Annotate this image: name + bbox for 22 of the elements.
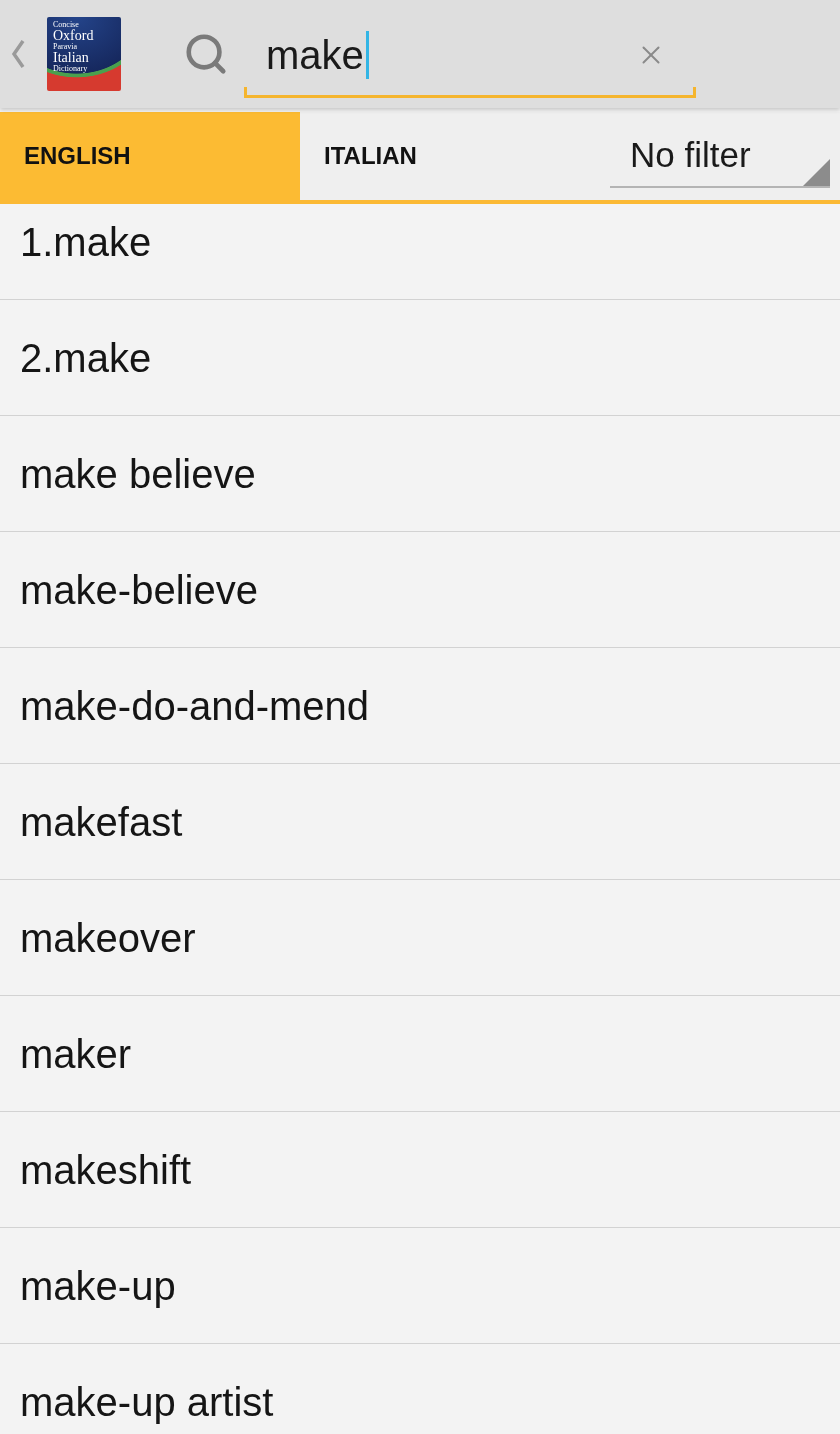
word-list-item[interactable]: make believe	[0, 416, 840, 532]
back-icon[interactable]	[11, 39, 25, 69]
logo-text: Concise	[53, 21, 79, 29]
word-list-item[interactable]: 1.make	[0, 204, 840, 300]
word-list-item[interactable]: makeover	[0, 880, 840, 996]
word-list-item[interactable]: make-do-and-mend	[0, 648, 840, 764]
language-tab[interactable]: ENGLISH	[0, 112, 300, 200]
word-list-item[interactable]: maker	[0, 996, 840, 1112]
dropdown-corner-icon	[803, 159, 830, 186]
filter-dropdown[interactable]: No filter	[610, 130, 830, 188]
word-list-item[interactable]: makeshift	[0, 1112, 840, 1228]
logo-text: Italian	[53, 51, 89, 65]
word-list-item[interactable]: make-up artist	[0, 1344, 840, 1434]
word-list-item[interactable]: make-believe	[0, 532, 840, 648]
language-tab[interactable]: ITALIAN	[300, 112, 600, 200]
word-list-item[interactable]: make-up	[0, 1228, 840, 1344]
word-list-item[interactable]: 2.make	[0, 300, 840, 416]
word-list-item[interactable]: makefast	[0, 764, 840, 880]
logo-text: Dictionary	[53, 65, 88, 73]
logo-text: Oxford	[53, 29, 94, 43]
logo-text: Paravia	[53, 43, 77, 51]
search-icon	[183, 31, 229, 77]
